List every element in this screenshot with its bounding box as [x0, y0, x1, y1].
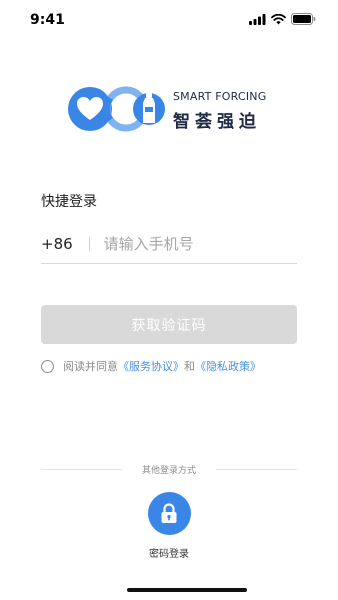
divider-line-left: [41, 468, 122, 470]
status-time: 9:41: [30, 12, 65, 28]
input-divider: [88, 236, 90, 251]
agreement-row: 阅读并同意 《服务协议》 和 《隐私政策》: [41, 358, 261, 374]
password-login-label: 密码登录: [149, 549, 189, 560]
divider-line-right: [216, 468, 298, 470]
home-indicator[interactable]: [127, 588, 247, 592]
wifi-icon: [271, 13, 286, 24]
battery-icon: [291, 13, 316, 25]
quick-login-title: 快捷登录: [41, 194, 97, 210]
country-code-selector[interactable]: +86: [41, 235, 73, 259]
service-agreement-link[interactable]: 《服务协议》: [118, 358, 184, 374]
other-login-divider: 其他登录方式: [41, 462, 298, 476]
agreement-prefix: 阅读并同意: [63, 360, 118, 373]
app-logo: SMART FORCING 智荟强迫: [66, 84, 276, 136]
status-icons: [249, 13, 316, 25]
password-login-circle[interactable]: [147, 492, 191, 535]
agreement-checkbox[interactable]: [41, 359, 54, 373]
privacy-policy-link[interactable]: 《隐私政策》: [195, 358, 261, 374]
phone-input-row: +86: [41, 230, 297, 264]
get-verification-code-button[interactable]: 获取验证码: [41, 305, 297, 344]
lock-icon: [161, 503, 177, 523]
other-login-title: 其他登录方式: [142, 465, 197, 476]
logo-chinese-name: 智荟强迫: [173, 112, 261, 132]
signal-icon: [249, 13, 266, 25]
logo-mark-icon: [68, 86, 165, 132]
logo-english-name: SMART FORCING: [173, 90, 267, 103]
password-login-button[interactable]: 密码登录: [137, 492, 201, 560]
phone-number-input[interactable]: [103, 234, 284, 259]
agreement-conjunction: 和: [184, 360, 195, 373]
status-bar: 9:41: [0, 0, 338, 40]
